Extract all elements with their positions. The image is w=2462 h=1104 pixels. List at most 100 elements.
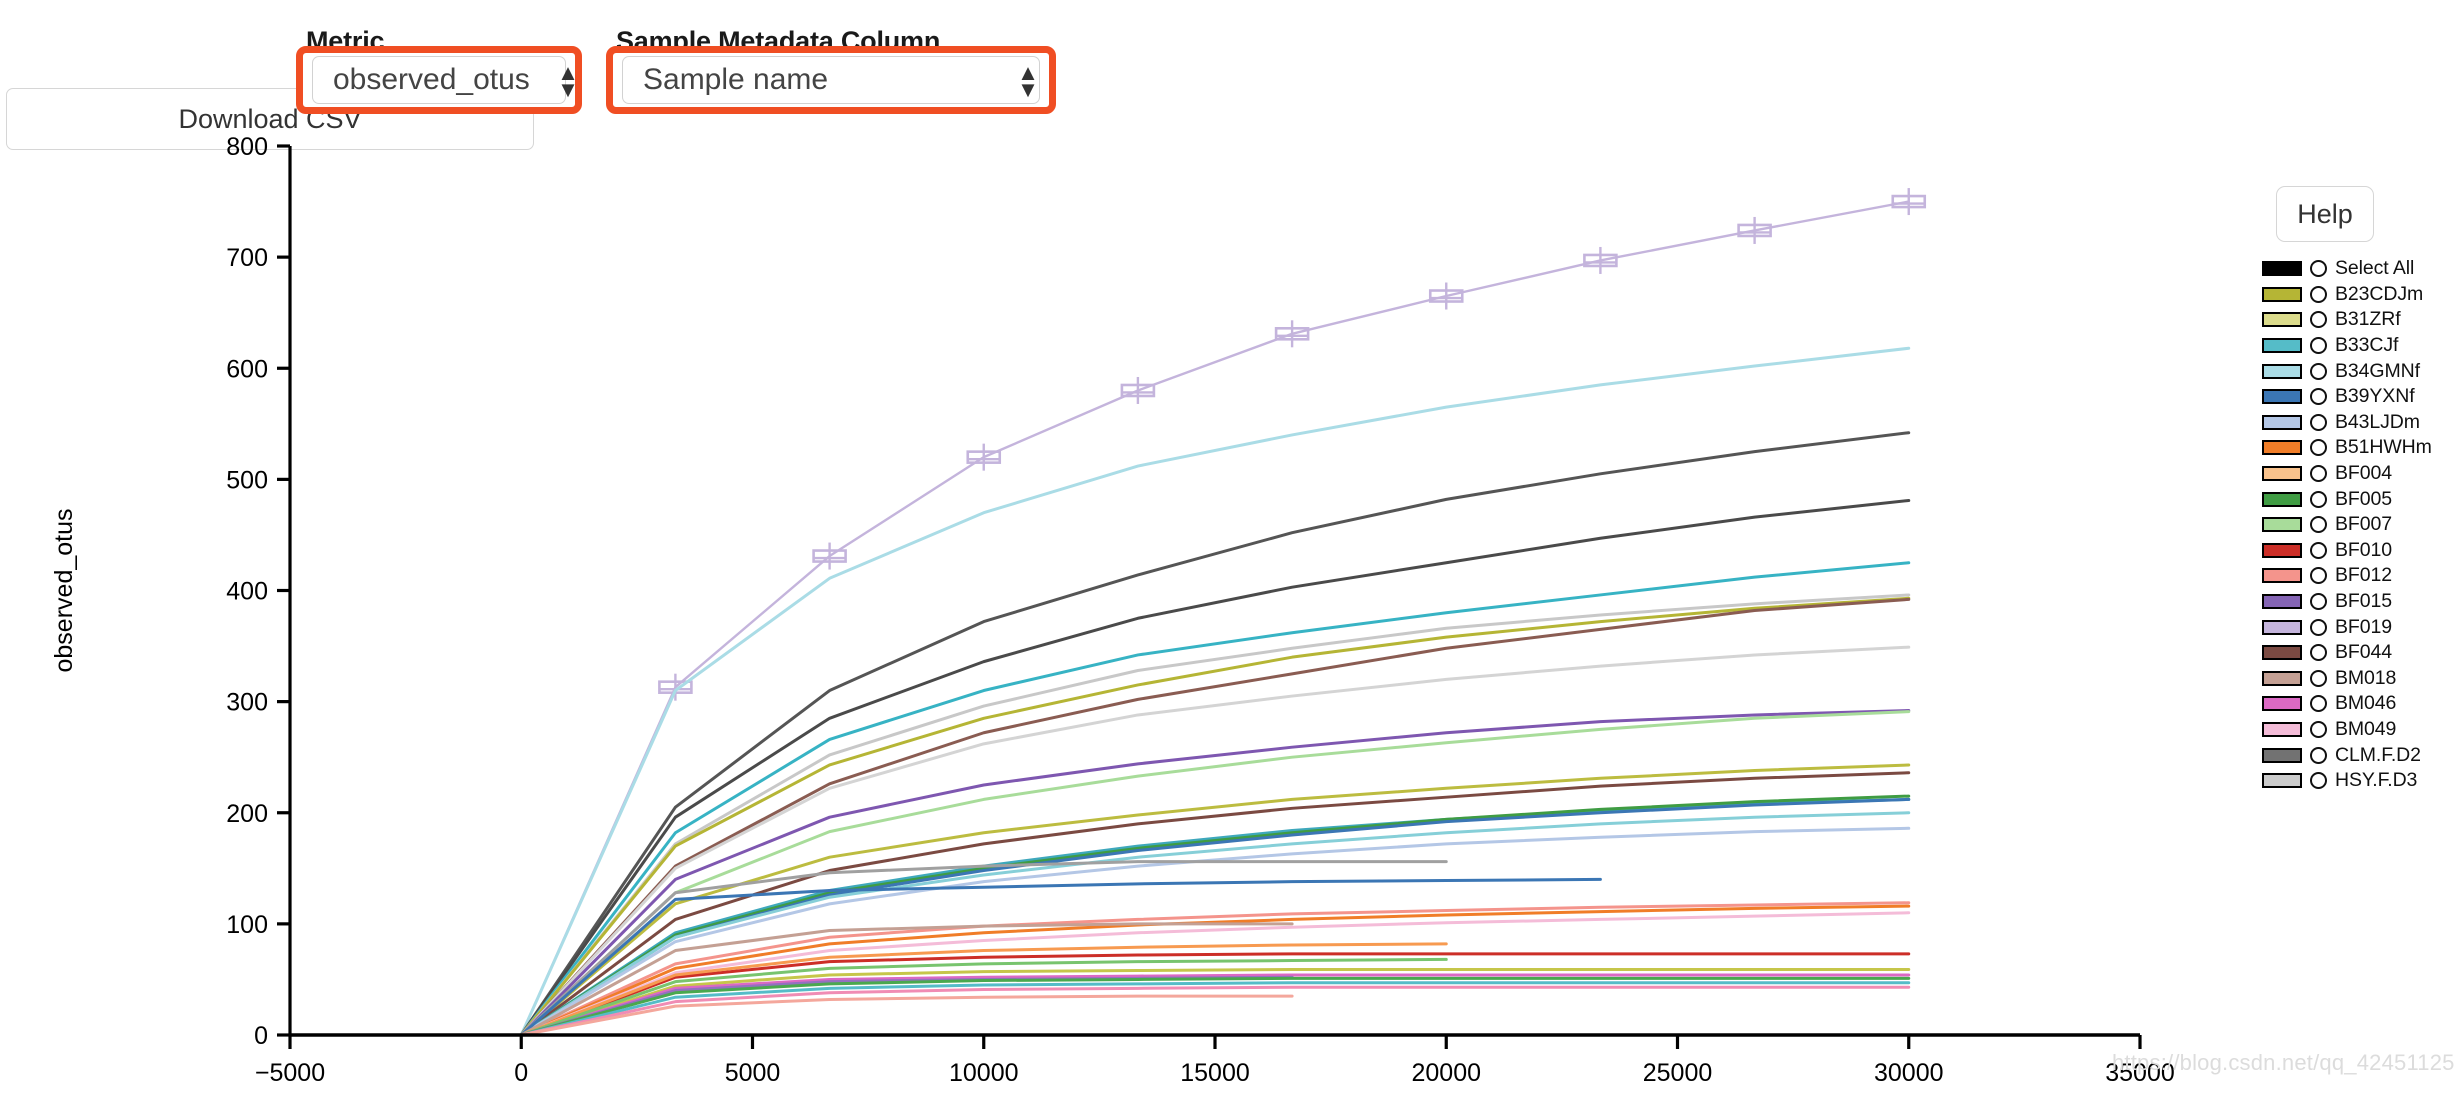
x-axis-tick-label: 20000	[1411, 1059, 1481, 1087]
y-axis-tick-label: 300	[226, 689, 268, 717]
legend-item-label: BF019	[2335, 615, 2392, 638]
legend-item[interactable]: B34GMNf	[2262, 358, 2462, 384]
y-axis-title: observed_otus	[50, 508, 78, 672]
legend-radio-button[interactable]	[2310, 439, 2327, 457]
legend-item[interactable]: BF010	[2262, 538, 2462, 564]
legend-radio-button[interactable]	[2310, 516, 2327, 534]
legend-item-label: BM049	[2335, 718, 2397, 741]
legend-panel: Help Select All B23CDJm B31ZRf B33CJf B34GMN…	[2262, 186, 2462, 1104]
legend-radio-button[interactable]	[2310, 260, 2327, 278]
metric-selected-value: observed_otus	[333, 63, 530, 96]
legend-item[interactable]: B23CDJm	[2262, 282, 2462, 308]
legend-color-swatch	[2262, 594, 2302, 610]
legend-color-swatch	[2262, 261, 2302, 277]
legend-radio-button[interactable]	[2310, 695, 2327, 713]
legend-color-swatch	[2262, 389, 2302, 405]
x-axis-tick-label: 5000	[725, 1059, 781, 1087]
legend-color-swatch	[2262, 517, 2302, 533]
legend-radio-button[interactable]	[2310, 388, 2327, 406]
legend-radio-button[interactable]	[2310, 362, 2327, 380]
legend-radio-button[interactable]	[2310, 490, 2327, 508]
legend-item-label: HSY.F.D3	[2335, 769, 2418, 792]
metadata-chevron-updown-icon[interactable]: ▲ ▼	[1017, 61, 1039, 101]
legend-item-label: BF004	[2335, 462, 2392, 485]
legend-color-swatch	[2262, 619, 2302, 635]
legend-item[interactable]: B51HWHm	[2262, 435, 2462, 461]
legend-radio-button[interactable]	[2310, 311, 2327, 329]
legend-item[interactable]: BF019	[2262, 614, 2462, 640]
legend-item-label: BF012	[2335, 564, 2392, 587]
sample-metadata-select[interactable]: Sample name ▲ ▼	[622, 56, 1040, 104]
legend-color-swatch	[2262, 722, 2302, 738]
metric-chevron-updown-icon[interactable]: ▲ ▼	[557, 61, 579, 101]
legend-radio-button[interactable]	[2310, 669, 2327, 687]
chart-canvas: 0 100 200 300 400 500 600 700 800 observed_otus −5…	[50, 133, 2175, 1087]
legend-radio-button[interactable]	[2310, 593, 2327, 611]
y-axis-tick-label: 200	[226, 800, 268, 828]
legend-item-label: BF007	[2335, 513, 2392, 536]
legend-radio-button[interactable]	[2310, 567, 2327, 585]
legend-color-swatch	[2262, 670, 2302, 686]
x-axis-tick-label: 10000	[949, 1059, 1019, 1087]
legend-radio-button[interactable]	[2310, 413, 2327, 431]
y-axis-tick-label: 0	[254, 1022, 268, 1050]
legend-item-label: BF005	[2335, 487, 2392, 510]
y-axis-tick-label: 700	[226, 244, 268, 272]
legend-radio-button[interactable]	[2310, 746, 2327, 764]
help-label: Help	[2297, 198, 2353, 229]
legend-radio-button[interactable]	[2310, 465, 2327, 483]
y-axis-tick-label: 500	[226, 466, 268, 494]
legend-radio-button[interactable]	[2310, 618, 2327, 636]
legend-item-label: B43LJDm	[2335, 410, 2420, 433]
y-axis-tick-label: 400	[226, 578, 268, 606]
legend-color-swatch	[2262, 491, 2302, 507]
x-axis-tick-label: 0	[514, 1059, 528, 1087]
x-axis-tick-label: 25000	[1643, 1059, 1713, 1087]
legend-item-label: BM046	[2335, 692, 2397, 715]
legend-color-swatch	[2262, 747, 2302, 763]
sample-metadata-selected-value: Sample name	[643, 63, 829, 96]
legend-item[interactable]: BF004	[2262, 461, 2462, 487]
legend-item[interactable]: HSY.F.D3	[2262, 768, 2462, 794]
legend-item[interactable]: BM018	[2262, 666, 2462, 692]
legend-item[interactable]: B43LJDm	[2262, 410, 2462, 436]
legend-color-swatch	[2262, 645, 2302, 661]
legend-item-label: B34GMNf	[2335, 359, 2420, 382]
legend-item[interactable]: B31ZRf	[2262, 307, 2462, 333]
legend-item-label: B33CJf	[2335, 334, 2399, 357]
legend-item[interactable]: BM046	[2262, 691, 2462, 717]
legend-radio-button[interactable]	[2310, 721, 2327, 739]
rarefaction-chart: 0 100 200 300 400 500 600 700 800 observed_otus −5…	[0, 120, 2240, 1104]
series-group	[519, 188, 1927, 1037]
legend-radio-button[interactable]	[2310, 541, 2327, 559]
legend-color-swatch	[2262, 542, 2302, 558]
legend-radio-button[interactable]	[2310, 337, 2327, 355]
legend-item[interactable]: BF044	[2262, 640, 2462, 666]
x-axis-tick-label: −5000	[255, 1059, 325, 1087]
metric-select[interactable]: observed_otus ▲ ▼	[312, 56, 579, 104]
legend-item[interactable]: BM049	[2262, 717, 2462, 743]
legend-item-label: Select All	[2335, 257, 2415, 280]
legend-item-label: BF010	[2335, 538, 2392, 561]
legend-item[interactable]: BF007	[2262, 512, 2462, 538]
legend-item-label: CLM.F.D2	[2335, 743, 2421, 766]
help-button[interactable]: Help	[2276, 186, 2374, 242]
legend-item-label: BM018	[2335, 666, 2397, 689]
legend-item[interactable]: BF005	[2262, 486, 2462, 512]
legend-radio-button[interactable]	[2310, 772, 2327, 790]
legend-item-label: BF044	[2335, 641, 2392, 664]
legend-radio-button[interactable]	[2310, 644, 2327, 662]
legend-item[interactable]: Select All	[2262, 256, 2462, 282]
legend-item[interactable]: B33CJf	[2262, 333, 2462, 359]
legend-radio-button[interactable]	[2310, 285, 2327, 303]
legend-color-swatch	[2262, 414, 2302, 430]
legend-item[interactable]: B39YXNf	[2262, 384, 2462, 410]
legend-color-swatch	[2262, 363, 2302, 379]
legend-color-swatch	[2262, 440, 2302, 456]
y-axis-tick-label: 800	[226, 133, 268, 161]
legend-color-swatch	[2262, 568, 2302, 584]
legend-item[interactable]: CLM.F.D2	[2262, 742, 2462, 768]
legend-item[interactable]: BF012	[2262, 563, 2462, 589]
legend-item[interactable]: BF015	[2262, 589, 2462, 615]
legend-color-swatch	[2262, 773, 2302, 789]
